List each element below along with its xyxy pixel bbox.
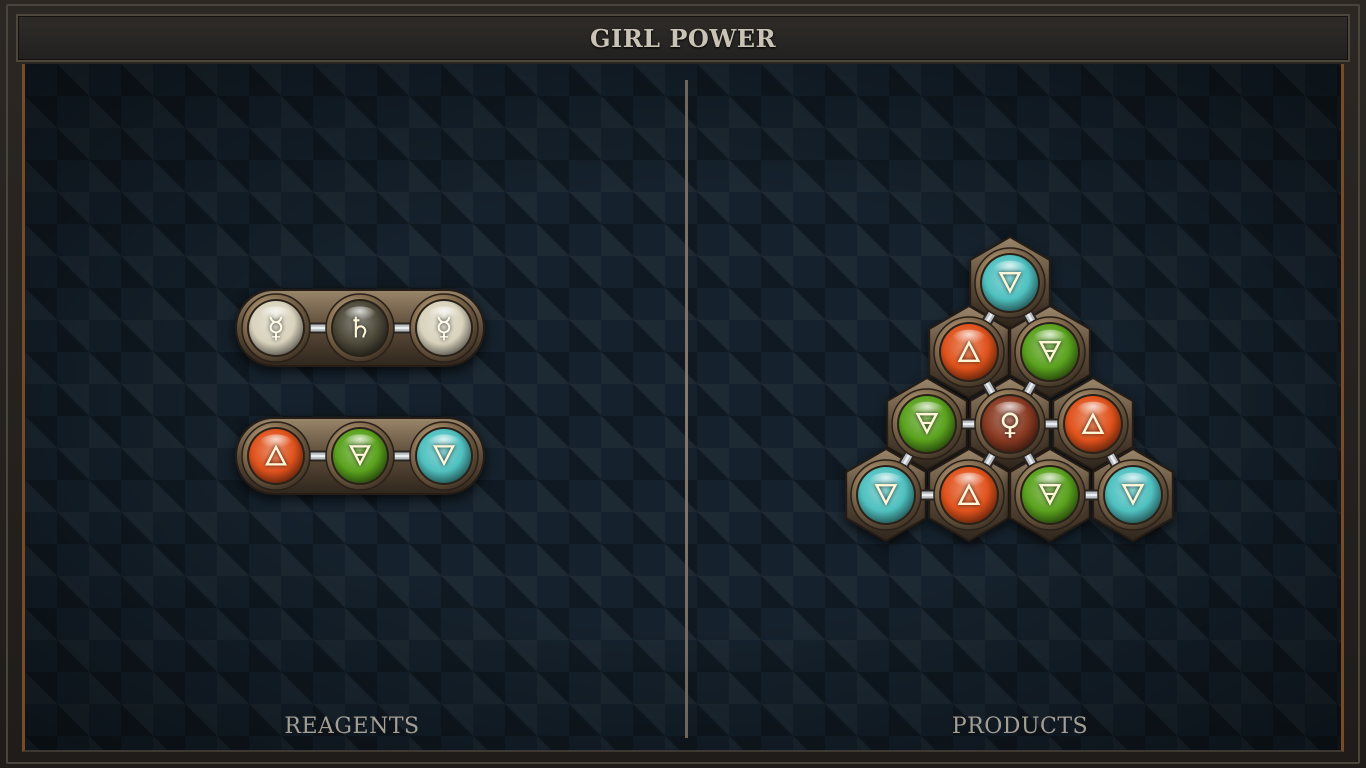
earth-symbol-icon: 🜃 (1037, 335, 1063, 369)
copper-symbol-icon: ♀ (999, 407, 1021, 441)
earth-symbol-icon: 🜃 (914, 407, 940, 441)
reagent-1-atom-quicksilver[interactable]: ☿ (241, 293, 311, 363)
quicksilver-symbol-icon: ☿ (435, 312, 452, 345)
earth-symbol-icon: 🜃 (348, 440, 373, 473)
product-atom-fire[interactable]: 🜂 (933, 459, 1005, 531)
fire-symbol-icon: 🜂 (264, 440, 289, 473)
water-symbol-icon: 🜄 (432, 440, 457, 473)
water-symbol-icon: 🜄 (873, 478, 899, 512)
product-atom-water[interactable]: 🜄 (850, 459, 922, 531)
product-atom-water[interactable]: 🜄 (1097, 459, 1169, 531)
product-atom-water[interactable]: 🜄 (974, 247, 1046, 319)
earth-symbol-icon: 🜃 (1037, 478, 1063, 512)
lead-symbol-icon: ♄ (347, 312, 372, 345)
product-atom-fire[interactable]: 🜂 (933, 316, 1005, 388)
fire-symbol-icon: 🜂 (956, 335, 982, 369)
window-frame: GIRL POWER REAGENTS PRODUCTS ☿ ♄ ☿ 🜂 🜃 🜄… (0, 0, 1366, 768)
molecule-scene: ☿ ♄ ☿ 🜂 🜃 🜄 🜄 🜂 🜃 🜃 ♀ 🜂 🜄 🜂 🜃 🜄 (235, 235, 1174, 543)
reagent-2-atom-water[interactable]: 🜄 (409, 421, 479, 491)
quicksilver-symbol-icon: ☿ (267, 312, 284, 345)
reagent-1-atom-lead[interactable]: ♄ (325, 293, 395, 363)
reagent-2-atom-fire[interactable]: 🜂 (241, 421, 311, 491)
product-atom-earth[interactable]: 🜃 (1014, 316, 1086, 388)
reagent-1-atom-quicksilver[interactable]: ☿ (409, 293, 479, 363)
fire-symbol-icon: 🜂 (956, 478, 982, 512)
product-atom-fire[interactable]: 🜂 (1057, 388, 1129, 460)
product-atom-earth[interactable]: 🜃 (891, 388, 963, 460)
reagent-2-atom-earth[interactable]: 🜃 (325, 421, 395, 491)
water-symbol-icon: 🜄 (997, 266, 1023, 300)
water-symbol-icon: 🜄 (1120, 478, 1146, 512)
product-atom-earth[interactable]: 🜃 (1014, 459, 1086, 531)
fire-symbol-icon: 🜂 (1080, 407, 1106, 441)
product-atom-copper[interactable]: ♀ (974, 388, 1046, 460)
